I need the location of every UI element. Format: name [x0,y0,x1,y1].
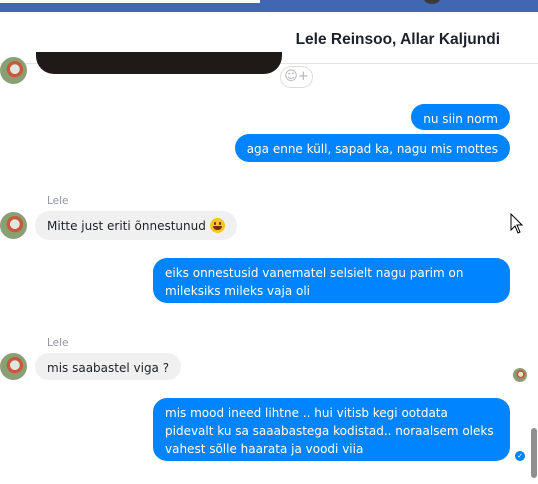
mouse-cursor-icon [510,213,524,234]
message-text: Mitte just eriti õnnestunud [47,219,206,233]
sender-name: Lele [47,195,69,207]
conversation-title[interactable]: Lele Reinsoo, Allar Kaljundi [296,31,500,49]
check-circle-icon: ✓ [515,451,525,461]
message-text: eiks onnestusid vanematel selsielt nagu … [165,266,464,298]
avatar[interactable] [0,353,27,380]
scrollbar-thumb[interactable] [531,428,537,478]
message-bubble-outgoing[interactable]: eiks onnestusid vanematel selsielt nagu … [153,258,510,303]
avatar[interactable] [0,57,27,84]
message-bubble-outgoing[interactable]: mis mood ineed lihtne .. hui vitisb kegi… [153,398,510,461]
message-bubble-incoming[interactable]: Mitte just eriti õnnestunud [35,211,237,240]
avatar[interactable] [0,212,27,239]
smiley-plus-icon: ☺+ [284,69,309,84]
search-bar-edge[interactable] [0,0,260,3]
message-text: mis saabastel viga ? [47,361,170,375]
sender-name: Lele [47,337,69,349]
profile-avatar[interactable] [424,0,440,4]
message-text: mis mood ineed lihtne .. hui vitisb kegi… [165,406,494,456]
message-bubble-incoming[interactable]: mis saabastel viga ? [35,353,182,380]
message-text: nu siin norm [423,112,498,126]
message-bubble-outgoing[interactable]: nu siin norm [411,104,510,130]
grinning-face-icon [209,218,225,233]
shared-photo[interactable] [36,52,282,74]
react-button[interactable]: ☺+ [281,67,312,87]
top-navigation-bar [0,0,538,12]
message-bubble-outgoing[interactable]: aga enne küll, sapad ka, nagu mis mottes [234,134,510,162]
message-text: aga enne küll, sapad ka, nagu mis mottes [246,142,498,156]
scrollbar[interactable] [527,64,538,484]
read-receipt-avatar [513,368,527,382]
